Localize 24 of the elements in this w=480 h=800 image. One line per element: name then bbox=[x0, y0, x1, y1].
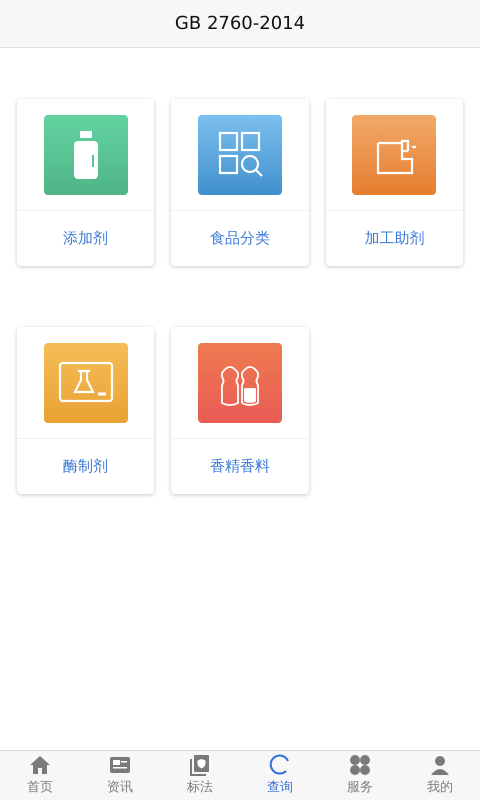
category-card[interactable]: 酶制剂 bbox=[17, 327, 154, 494]
category-label: 添加剂 bbox=[63, 228, 108, 250]
grid-search-icon bbox=[198, 114, 282, 194]
page-title: GB 2760-2014 bbox=[174, 12, 306, 36]
category-card[interactable]: 食品分类 bbox=[171, 99, 309, 266]
tab-item[interactable]: 标法 bbox=[160, 751, 240, 800]
bottle-icon bbox=[44, 114, 128, 194]
category-card[interactable]: 加工助剂 bbox=[326, 99, 463, 266]
tab-item[interactable]: 首页 bbox=[0, 751, 80, 800]
category-label: 香精香料 bbox=[210, 456, 270, 478]
category-card[interactable]: 添加剂 bbox=[17, 99, 154, 266]
category-label: 食品分类 bbox=[210, 228, 270, 250]
book-icon bbox=[188, 753, 212, 778]
category-label: 加工助剂 bbox=[364, 228, 424, 250]
clover-icon bbox=[348, 753, 372, 778]
category-label: 酶制剂 bbox=[63, 456, 108, 478]
flask-icon bbox=[44, 342, 128, 422]
category-card[interactable]: 香精香料 bbox=[171, 327, 309, 494]
tab-item[interactable]: 查询 bbox=[240, 751, 320, 800]
tab-item[interactable]: 资讯 bbox=[80, 751, 160, 800]
tab-item[interactable]: 服务 bbox=[320, 751, 400, 800]
person-icon bbox=[428, 753, 452, 778]
shakers-icon bbox=[198, 342, 282, 422]
tab-item[interactable]: 我的 bbox=[400, 751, 480, 800]
